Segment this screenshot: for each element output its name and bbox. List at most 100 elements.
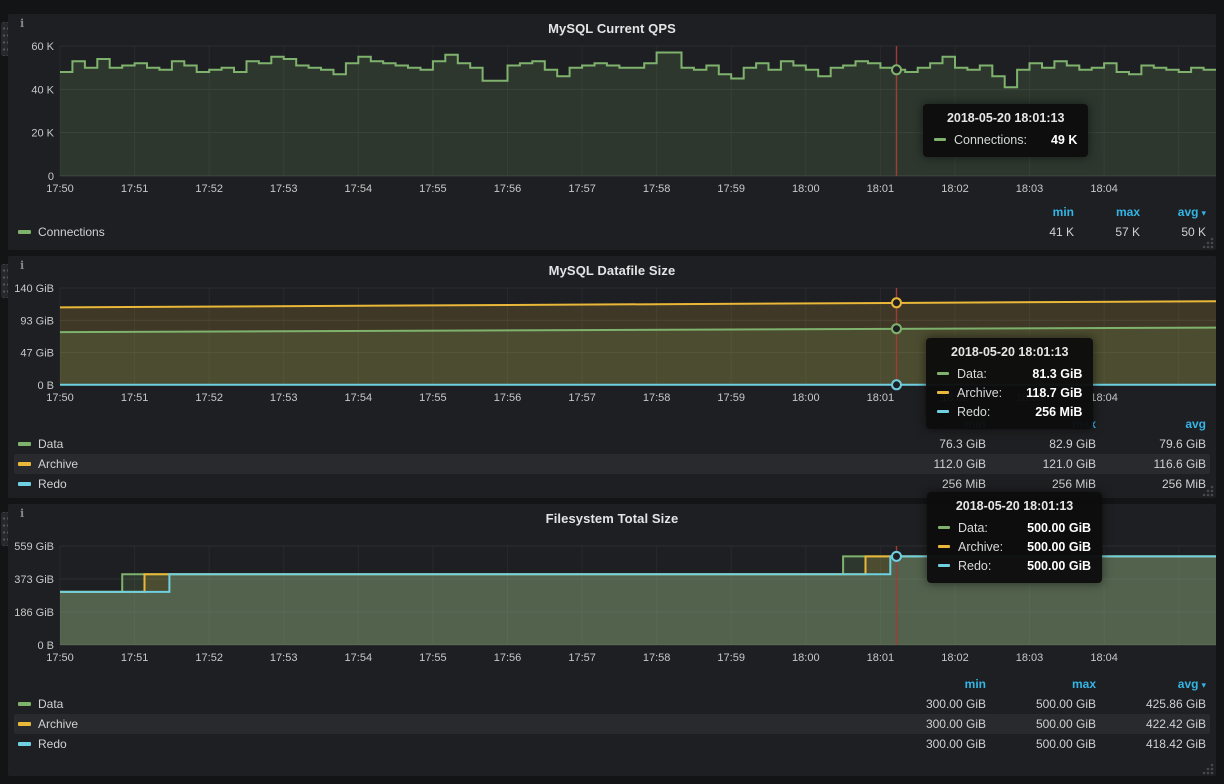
tooltip-series-row: Redo:500.00 GiB xyxy=(938,556,1091,575)
svg-text:18:00: 18:00 xyxy=(792,652,820,664)
tooltip-series-value: 49 K xyxy=(1035,133,1077,147)
svg-text:186 GiB: 186 GiB xyxy=(14,607,54,619)
legend-stat-header-min[interactable]: min xyxy=(876,677,986,691)
legend-series-toggle[interactable]: Data xyxy=(18,437,876,451)
series-color-swatch-icon xyxy=(18,462,31,466)
panel-resize-grip-icon[interactable] xyxy=(1202,237,1214,249)
panel-info-icon[interactable]: i xyxy=(20,507,24,520)
panel-header: i MySQL Datafile Size xyxy=(14,256,1210,284)
tooltip-series-row: Archive:500.00 GiB xyxy=(938,537,1091,556)
legend-max-value: 82.9 GiB xyxy=(986,437,1096,451)
legend-series-toggle[interactable]: Archive xyxy=(18,717,876,731)
legend-series-row: Redo256 MiB256 MiB256 MiB xyxy=(14,474,1210,494)
panel-drag-handle-icon[interactable] xyxy=(1,512,8,546)
legend-stat-header-avg[interactable]: avg▾ xyxy=(1096,677,1206,691)
legend-max-value: 500.00 GiB xyxy=(986,717,1096,731)
tooltip-timestamp: 2018-05-20 18:01:13 xyxy=(938,499,1091,513)
legend-series-row: Data76.3 GiB82.9 GiB79.6 GiB xyxy=(14,434,1210,454)
legend-series-row: Archive112.0 GiB121.0 GiB116.6 GiB xyxy=(14,454,1210,474)
panel-drag-handle-icon[interactable] xyxy=(1,22,8,56)
series-color-swatch-icon xyxy=(938,564,950,567)
series-color-swatch-icon xyxy=(18,442,31,446)
svg-text:18:00: 18:00 xyxy=(792,183,820,195)
tooltip-series-row: Data: 500.00 GiB xyxy=(938,518,1091,537)
legend-min-value: 76.3 GiB xyxy=(876,437,986,451)
svg-text:17:56: 17:56 xyxy=(494,392,522,404)
panel-drag-handle-icon[interactable] xyxy=(1,264,8,298)
legend-stat-header-avg[interactable]: avg xyxy=(1096,417,1206,431)
svg-text:17:59: 17:59 xyxy=(717,652,745,664)
legend-series-row: Data300.00 GiB500.00 GiB425.86 GiB xyxy=(14,694,1210,714)
svg-text:17:53: 17:53 xyxy=(270,183,298,195)
sort-caret-icon: ▾ xyxy=(1201,208,1206,218)
tooltip-series-name: Data: xyxy=(958,521,988,535)
tooltip-series-name: Data: xyxy=(957,367,987,381)
svg-text:17:59: 17:59 xyxy=(717,183,745,195)
graph-tooltip: 2018-05-20 18:01:13 Data:81.3 GiBArchive… xyxy=(926,338,1093,429)
series-color-swatch-icon xyxy=(18,722,31,726)
series-color-swatch-icon xyxy=(18,482,31,486)
panel-title[interactable]: MySQL Current QPS xyxy=(548,21,676,36)
svg-text:17:54: 17:54 xyxy=(345,652,373,664)
legend-stat-header-max[interactable]: max xyxy=(1074,205,1140,219)
legend-stat-header-max[interactable]: max xyxy=(986,677,1096,691)
tooltip-series-value: 81.3 GiB xyxy=(1016,367,1082,381)
svg-text:18:02: 18:02 xyxy=(941,183,969,195)
legend-max-value: 500.00 GiB xyxy=(986,737,1096,751)
svg-text:17:50: 17:50 xyxy=(46,392,74,404)
svg-text:17:55: 17:55 xyxy=(419,652,447,664)
tooltip-series-value: 256 MiB xyxy=(1019,405,1082,419)
legend-series-name: Connections xyxy=(38,225,105,239)
legend-header-row: minmaxavg▾ xyxy=(14,674,1210,694)
svg-text:18:01: 18:01 xyxy=(867,392,895,404)
svg-text:47 GiB: 47 GiB xyxy=(20,348,54,360)
svg-text:40 K: 40 K xyxy=(31,84,54,96)
series-color-swatch-icon xyxy=(18,702,31,706)
panel-resize-grip-icon[interactable] xyxy=(1202,485,1214,497)
series-color-swatch-icon xyxy=(18,230,31,234)
legend-series-toggle[interactable]: Connections xyxy=(18,225,1008,239)
tooltip-series-row: Archive:118.7 GiB xyxy=(937,383,1082,402)
legend-series-toggle[interactable]: Archive xyxy=(18,457,876,471)
tooltip-series-name: Connections: xyxy=(954,133,1027,147)
legend-stat-header-min[interactable]: min xyxy=(1008,205,1074,219)
svg-text:140 GiB: 140 GiB xyxy=(14,284,54,295)
svg-text:18:04: 18:04 xyxy=(1090,652,1118,664)
tooltip-series-row: Connections: 49 K xyxy=(934,130,1077,149)
svg-text:18:03: 18:03 xyxy=(1016,652,1044,664)
panel-resize-grip-icon[interactable] xyxy=(1202,763,1214,775)
legend-min-value: 112.0 GiB xyxy=(876,457,986,471)
legend-min-value: 300.00 GiB xyxy=(876,717,986,731)
legend-avg-value: 422.42 GiB xyxy=(1096,717,1206,731)
svg-text:18:01: 18:01 xyxy=(867,183,895,195)
legend-series-toggle[interactable]: Redo xyxy=(18,477,876,491)
legend-series-name: Data xyxy=(38,697,63,711)
svg-text:0 B: 0 B xyxy=(37,640,54,652)
tooltip-series-row: Redo:256 MiB xyxy=(937,402,1082,421)
svg-text:17:52: 17:52 xyxy=(195,392,223,404)
legend-series-name: Redo xyxy=(38,737,67,751)
tooltip-series-row: Data: 81.3 GiB xyxy=(937,364,1082,383)
svg-text:18:04: 18:04 xyxy=(1090,183,1118,195)
series-color-swatch-icon xyxy=(937,410,949,413)
legend-min-value: 41 K xyxy=(1008,225,1074,239)
svg-text:18:03: 18:03 xyxy=(1016,183,1044,195)
legend-stat-header-avg[interactable]: avg▾ xyxy=(1140,205,1206,219)
panel-info-icon[interactable]: i xyxy=(20,17,24,30)
legend-series-toggle[interactable]: Data xyxy=(18,697,876,711)
series-color-swatch-icon xyxy=(18,742,31,746)
tooltip-series-value: 500.00 GiB xyxy=(1011,521,1091,535)
svg-text:17:55: 17:55 xyxy=(419,183,447,195)
svg-text:20 K: 20 K xyxy=(31,128,54,140)
panel-title[interactable]: Filesystem Total Size xyxy=(546,511,679,526)
svg-text:17:52: 17:52 xyxy=(195,183,223,195)
legend-series-toggle[interactable]: Redo xyxy=(18,737,876,751)
tooltip-series-value: 118.7 GiB xyxy=(1010,386,1082,400)
panel-info-icon[interactable]: i xyxy=(20,259,24,272)
series-color-swatch-icon xyxy=(937,372,949,375)
legend-max-value: 57 K xyxy=(1074,225,1140,239)
series-color-swatch-icon xyxy=(937,391,949,394)
legend-series-name: Data xyxy=(38,437,63,451)
panel-title[interactable]: MySQL Datafile Size xyxy=(549,263,676,278)
legend: minmaxavg▾Data300.00 GiB500.00 GiB425.86… xyxy=(14,674,1210,754)
